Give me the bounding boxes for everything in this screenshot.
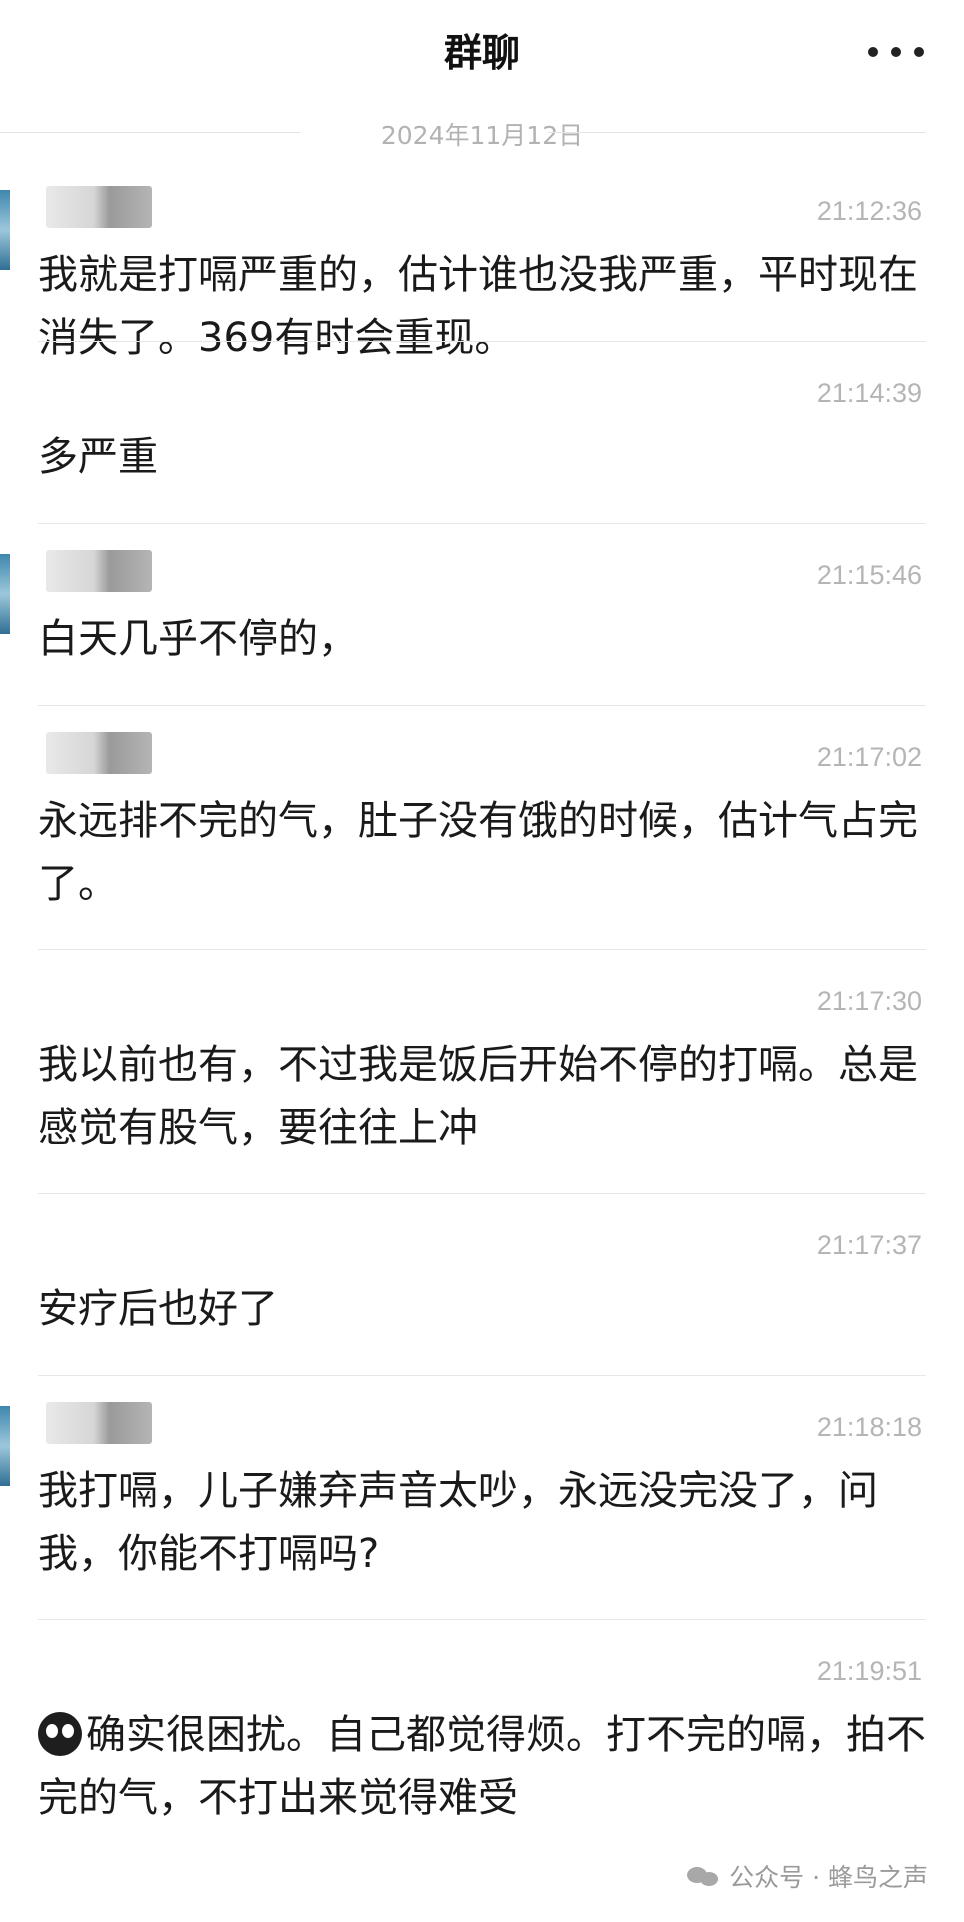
watermark-text: 公众号 · 蜂鸟之声: [729, 1863, 928, 1892]
message-item[interactable]: 21:17:02 永远排不完的气，肚子没有饿的时候，估计气占完了。: [0, 706, 964, 950]
date-divider-text: 2024年11月12日: [380, 121, 584, 150]
date-divider-line-right: [548, 132, 926, 133]
message-text: 我以前也有，不过我是饭后开始不停的打嗝。总是感觉有股气，要往往上冲: [38, 1042, 918, 1151]
sender-name-redacted: [46, 550, 152, 592]
message-item[interactable]: 21:12:36 我就是打嗝严重的，估计谁也没我严重，平时现在消失了。369有时…: [0, 160, 964, 361]
message-time: 21:19:51: [816, 1656, 922, 1686]
message-text-content: 确实很困扰。自己都觉得烦。打不完的嗝，拍不完的气，不打出来觉得难受: [38, 1712, 926, 1821]
sender-name-redacted: [46, 732, 152, 774]
message-item[interactable]: 21:17:30 我以前也有，不过我是饭后开始不停的打嗝。总是感觉有股气，要往往…: [0, 950, 964, 1194]
message-item[interactable]: 21:18:18 我打嗝，儿子嫌弃声音太吵，永远没完没了，问我，你能不打嗝吗?: [0, 1376, 964, 1620]
avatar[interactable]: [0, 554, 10, 634]
avatar[interactable]: [0, 1406, 10, 1486]
message-text: 确实很困扰。自己都觉得烦。打不完的嗝，拍不完的气，不打出来觉得难受: [38, 1704, 928, 1830]
message-time: 21:17:02: [816, 742, 922, 772]
message-item[interactable]: 21:17:37 安疗后也好了: [0, 1194, 964, 1376]
message-text: 白天几乎不停的，: [38, 616, 358, 662]
message-time: 21:17:37: [816, 1230, 922, 1260]
message-time: 21:17:30: [816, 986, 922, 1016]
message-time: 21:12:36: [816, 196, 922, 226]
message-time: 21:14:39: [816, 378, 922, 408]
teary-face-icon: [38, 1712, 82, 1756]
message-item[interactable]: 21:15:46 白天几乎不停的，: [0, 524, 964, 706]
avatar[interactable]: [0, 190, 10, 270]
wechat-icon: [687, 1863, 721, 1889]
message-text: 我打嗝，儿子嫌弃声音太吵，永远没完没了，问我，你能不打嗝吗?: [38, 1468, 878, 1577]
sender-name-redacted: [46, 1402, 152, 1444]
sender-name-redacted: [46, 186, 152, 228]
chat-title: 群聊: [443, 31, 520, 75]
message-text: 安疗后也好了: [38, 1286, 278, 1332]
message-text: 多严重: [38, 434, 158, 480]
message-text: 永远排不完的气，肚子没有饿的时候，估计气占完了。: [38, 798, 918, 907]
more-dots-icon[interactable]: [868, 34, 924, 70]
top-bar: 群聊: [0, 0, 964, 110]
message-time: 21:15:46: [816, 560, 922, 590]
message-item[interactable]: 21:19:51 确实很困扰。自己都觉得烦。打不完的嗝，拍不完的气，不打出来觉得…: [0, 1620, 964, 1864]
watermark: 公众号 · 蜂鸟之声: [687, 1858, 928, 1894]
message-time: 21:18:18: [816, 1412, 922, 1442]
date-divider: 2024年11月12日: [0, 110, 964, 154]
message-list: 21:12:36 我就是打嗝严重的，估计谁也没我严重，平时现在消失了。369有时…: [0, 160, 964, 1864]
message-item[interactable]: 21:14:39 多严重: [0, 342, 964, 524]
